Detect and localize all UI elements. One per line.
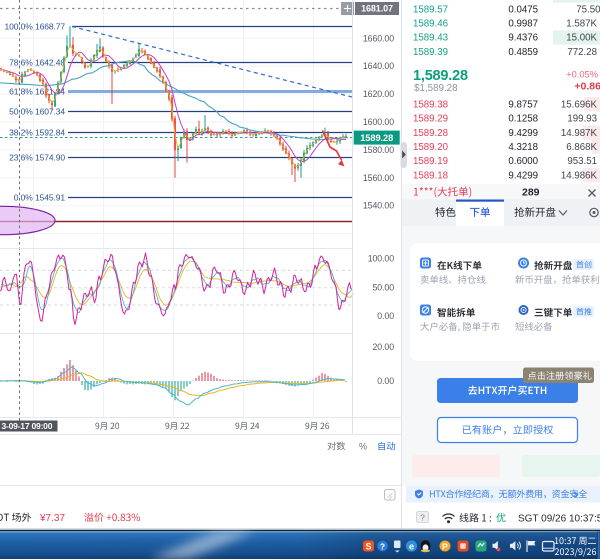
svg-text:9.8757: 9.8757 [508,99,538,110]
svg-text:%: % [359,442,367,452]
svg-text:23.6% 1574.90: 23.6% 1574.90 [9,153,65,163]
svg-text:1560.00: 1560.00 [363,173,394,183]
svg-text:6.868K: 6.868K [566,142,597,153]
svg-text:1589.19: 1589.19 [413,156,448,167]
svg-text:0.00: 0.00 [377,311,394,321]
svg-text:50.0% 1607.34: 50.0% 1607.34 [9,107,65,117]
svg-text:0.0475: 0.0475 [508,4,538,15]
svg-text:1600.00: 1600.00 [363,117,394,127]
svg-text:1589.28: 1589.28 [360,133,393,143]
svg-text:¥7.37: ¥7.37 [39,513,65,524]
svg-text:?: ? [380,542,385,552]
svg-text:100.0% 1668.77: 100.0% 1668.77 [4,22,65,32]
svg-text:199.93: 199.93 [567,114,597,125]
svg-text:+0.05%: +0.05% [566,70,598,80]
svg-text:SGT 09/26 10:37:5: SGT 09/26 10:37:5 [518,514,600,525]
svg-text:1589.57: 1589.57 [413,4,448,15]
svg-text:0.1258: 0.1258 [508,114,538,125]
svg-text:1620.00: 1620.00 [363,89,394,99]
svg-text:1640.00: 1640.00 [363,61,394,71]
svg-text:100.00: 100.00 [368,253,395,263]
svg-text:1540.00: 1540.00 [363,201,394,211]
svg-text:50.00: 50.00 [372,283,394,293]
svg-text:1589.18: 1589.18 [413,170,448,181]
svg-text:S: S [365,542,371,552]
svg-text:0.4859: 0.4859 [508,47,538,58]
svg-text:0.0% 1545.91: 0.0% 1545.91 [14,193,66,203]
svg-text:1589.20: 1589.20 [413,142,449,153]
svg-text:38.2% 1592.84: 38.2% 1592.84 [9,128,65,138]
svg-text:78.6% 1642.48: 78.6% 1642.48 [9,58,65,68]
svg-text:20.00: 20.00 [372,342,394,352]
svg-text:0.6000: 0.6000 [508,156,538,167]
svg-text:4.3218: 4.3218 [508,142,538,153]
svg-text:9.4299: 9.4299 [508,128,538,139]
svg-text:1589.39: 1589.39 [413,47,448,58]
svg-text:0.00: 0.00 [377,376,394,386]
svg-text:?: ? [420,513,425,523]
svg-text:14.987K: 14.987K [561,128,598,139]
svg-text:14.986K: 14.986K [561,170,598,181]
svg-text:289: 289 [522,187,540,199]
svg-text:+0.86: +0.86 [574,81,600,93]
svg-text:1589.43: 1589.43 [413,33,448,44]
svg-text:9.4376: 9.4376 [508,33,538,44]
svg-text:1589.38: 1589.38 [413,99,448,110]
svg-text:P: P [442,542,448,552]
svg-text:772.28: 772.28 [567,47,597,58]
svg-text:15.00K: 15.00K [566,33,597,44]
svg-text:1589.29: 1589.29 [413,114,448,125]
svg-text:1.587K: 1.587K [566,19,597,30]
svg-text:953.51: 953.51 [567,156,597,167]
svg-text:15.696K: 15.696K [561,99,598,110]
svg-text:1,589.28: 1,589.28 [413,68,468,84]
svg-text:9.4299: 9.4299 [508,170,538,181]
svg-text:1681.07: 1681.07 [361,4,393,14]
svg-text:3-09-17 09:00: 3-09-17 09:00 [2,421,53,431]
svg-text:0.9987: 0.9987 [508,19,538,30]
svg-text:1589.46: 1589.46 [413,19,448,30]
svg-text:75.50: 75.50 [576,4,600,15]
svg-text:1660.00: 1660.00 [363,33,394,43]
svg-text:1589.28: 1589.28 [413,128,448,139]
svg-text:$1,589.28: $1,589.28 [414,83,458,94]
svg-text:1580.00: 1580.00 [363,145,394,155]
svg-text:e: e [409,542,414,553]
